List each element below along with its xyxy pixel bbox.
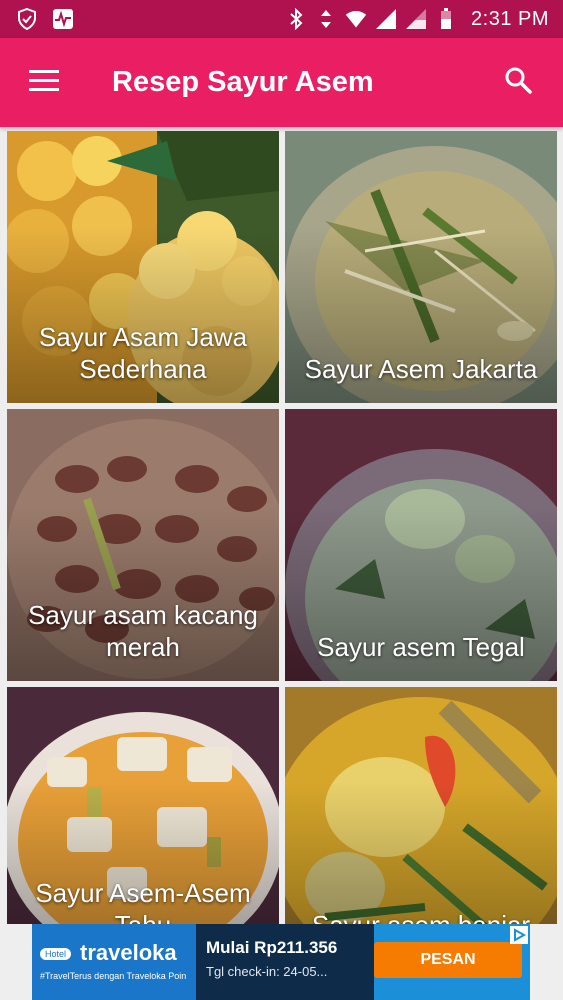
adchoices-icon[interactable]: [510, 926, 528, 944]
recipe-card[interactable]: Sayur asem Tegal: [285, 409, 557, 681]
ad-book-button[interactable]: PESAN: [374, 942, 522, 978]
wifi-icon: [345, 8, 367, 30]
recipe-card[interactable]: Sayur asam kacang merah: [7, 409, 279, 681]
ad-headline: Mulai Rp211.356: [206, 938, 338, 957]
recipe-title: Sayur asem banjar: [295, 909, 547, 924]
recipe-title: Sayur asam kacang merah: [28, 600, 258, 662]
ad-banner[interactable]: Hotel traveloka #TravelTerus dengan Trav…: [32, 924, 530, 1000]
recipe-card[interactable]: Sayur asem banjar: [285, 687, 557, 924]
status-time: 2:31 PM: [471, 7, 549, 30]
recipe-card[interactable]: Sayur Asam Jawa Sederhana: [7, 131, 279, 403]
recipe-title: Sayur Asem-Asem Tahu: [35, 878, 251, 924]
hamburger-menu-icon: [29, 69, 59, 96]
signal-icon-2: [405, 8, 427, 30]
menu-button[interactable]: [0, 38, 88, 127]
status-bar: 2:31 PM: [0, 0, 563, 38]
recipe-grid: Sayur Asam Jawa Sederhana Sayur Asem Jak…: [0, 127, 563, 924]
ad-logo-panel: Hotel traveloka #TravelTerus dengan Trav…: [32, 924, 196, 1000]
ad-offer-panel: Mulai Rp211.356 Tgl check-in: 24-05...: [196, 924, 374, 1000]
search-button[interactable]: [473, 38, 563, 127]
app-title: Resep Sayur Asem: [112, 66, 374, 98]
app-bar: Resep Sayur Asem: [0, 38, 563, 127]
recipe-card[interactable]: Sayur Asem-Asem Tahu: [7, 687, 279, 924]
ad-subtext: Tgl check-in: 24-05...: [206, 964, 328, 979]
data-arrows-icon: [315, 8, 337, 30]
activity-icon: [52, 8, 74, 30]
ad-hotel-badge: Hotel: [40, 948, 72, 960]
battery-icon: [435, 8, 457, 30]
ad-brand: traveloka: [80, 940, 177, 965]
recipe-title: Sayur Asem Jakarta: [304, 354, 538, 384]
recipe-title: Sayur Asam Jawa Sederhana: [38, 322, 248, 384]
recipe-card[interactable]: Sayur Asem Jakarta: [285, 131, 557, 403]
signal-icon: [375, 8, 397, 30]
photo-overlay: [285, 687, 557, 924]
search-icon: [504, 66, 532, 99]
recipe-title: Sayur asem Tegal: [317, 632, 525, 662]
bluetooth-icon: [285, 8, 307, 30]
shield-icon: [16, 8, 38, 30]
ad-tagline: #TravelTerus dengan Traveloka Poin: [40, 971, 187, 981]
